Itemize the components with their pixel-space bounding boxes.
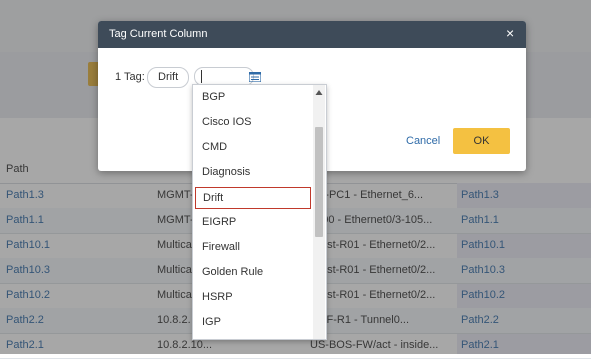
tag-list-icon[interactable] — [249, 72, 261, 82]
option-label: Drift — [203, 192, 224, 204]
option-label: Cisco IOS — [202, 116, 252, 128]
dropdown-option[interactable]: BGP — [193, 85, 311, 110]
dropdown-option[interactable]: IGP — [193, 310, 311, 335]
option-label: Firewall — [202, 241, 240, 253]
dropdown-option[interactable]: Firewall — [193, 235, 311, 260]
close-icon[interactable]: × — [506, 25, 514, 41]
dropdown-option[interactable]: HSRP — [193, 285, 311, 310]
option-label: HSRP — [202, 291, 233, 303]
option-label: Golden Rule — [202, 266, 264, 278]
tag-dropdown[interactable]: BGP Cisco IOS CMD Diagnosis Drift EIGRP … — [192, 84, 327, 340]
dropdown-option[interactable]: Cisco IOS — [193, 110, 311, 135]
dialog-title: Tag Current Column — [109, 28, 208, 40]
text-caret — [201, 70, 202, 83]
dropdown-option-selected[interactable]: Drift — [195, 187, 311, 209]
dropdown-option[interactable]: Diagnosis — [193, 160, 311, 185]
scroll-up-arrow-icon[interactable] — [315, 89, 323, 97]
ok-button[interactable]: OK — [453, 128, 510, 154]
option-label: BGP — [202, 91, 226, 103]
option-label: EIGRP — [202, 216, 237, 228]
cancel-button[interactable]: Cancel — [406, 135, 440, 147]
option-label: Diagnosis — [202, 166, 251, 178]
option-label: CMD — [202, 141, 228, 153]
dropdown-option[interactable]: Golden Rule — [193, 260, 311, 285]
tag-count-label: 1 Tag: — [115, 71, 145, 83]
option-label: IGP — [202, 316, 221, 328]
scrollbar-thumb[interactable] — [315, 127, 323, 237]
tag-chip[interactable]: Drift — [147, 67, 190, 88]
dropdown-option[interactable]: CMD — [193, 135, 311, 160]
dropdown-option[interactable]: EIGRP — [193, 210, 311, 235]
